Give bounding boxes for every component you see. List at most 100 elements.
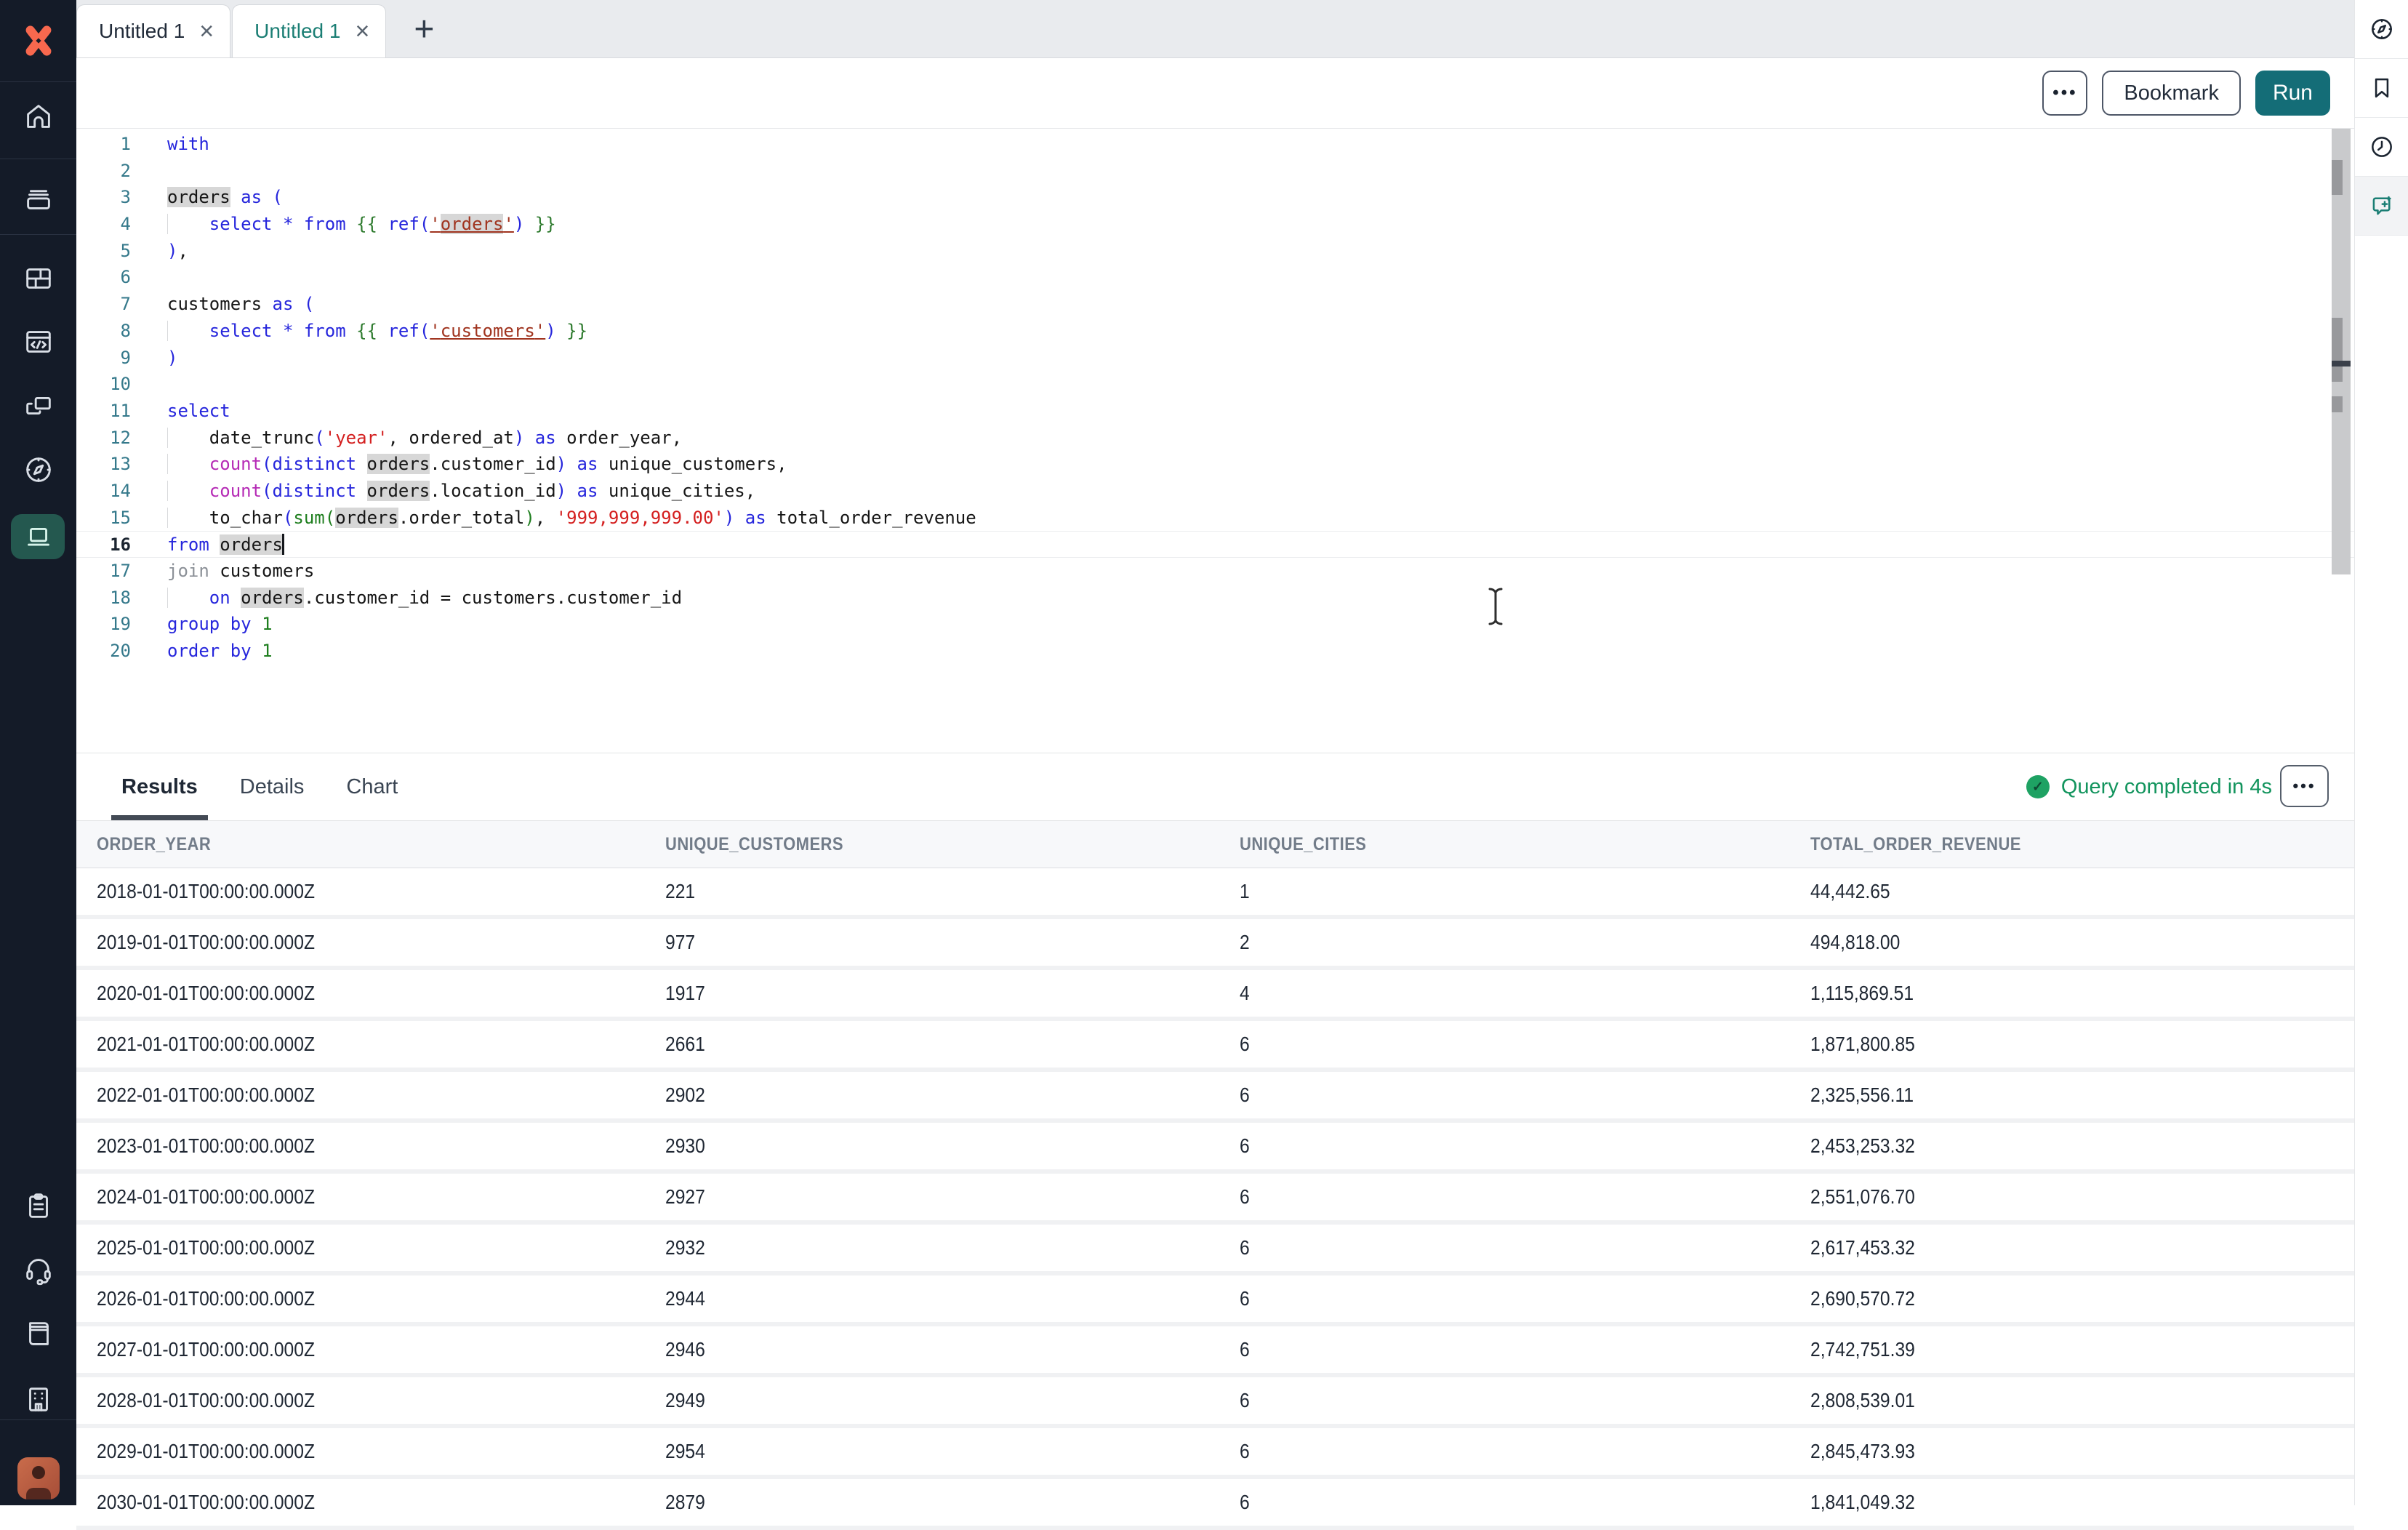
sidebar-item-apps-grid[interactable] bbox=[0, 246, 76, 311]
editor-tab[interactable]: Untitled 1× bbox=[232, 4, 386, 57]
code-line-10[interactable]: 10 bbox=[76, 371, 2354, 398]
table-row[interactable]: 2029-01-01T00:00:00.000Z295462,845,473.9… bbox=[76, 1428, 2354, 1479]
code-token bbox=[273, 321, 283, 341]
tab-close-icon[interactable]: × bbox=[355, 19, 369, 44]
ai-assistant-chat-icon bbox=[2368, 192, 2396, 220]
code-token: join bbox=[167, 561, 209, 581]
table-cell: 2020-01-01T00:00:00.000Z bbox=[97, 982, 597, 1005]
code-token: count bbox=[209, 481, 262, 501]
panel-item-explore-compass[interactable] bbox=[2355, 0, 2408, 59]
code-line-9[interactable]: 9) bbox=[76, 345, 2354, 372]
results-tab-details[interactable]: Details bbox=[240, 753, 305, 820]
table-row[interactable]: 2024-01-01T00:00:00.000Z292762,551,076.7… bbox=[76, 1174, 2354, 1225]
code-token: with bbox=[167, 134, 209, 154]
results-tab-results[interactable]: Results bbox=[121, 753, 198, 820]
table-row[interactable]: 2026-01-01T00:00:00.000Z294462,690,570.7… bbox=[76, 1275, 2354, 1326]
results-more-button[interactable]: ••• bbox=[2280, 765, 2329, 807]
tab-close-icon[interactable]: × bbox=[199, 19, 214, 44]
code-line-15[interactable]: 15 to_char(sum(orders.order_total), '999… bbox=[76, 505, 2354, 532]
windows-overlap-icon bbox=[22, 389, 55, 422]
panel-item-history-clock[interactable] bbox=[2355, 118, 2408, 177]
code-line-5[interactable]: 5), bbox=[76, 238, 2354, 265]
code-line-16[interactable]: 16from orders bbox=[76, 531, 2354, 558]
table-cell: 494,818.00 bbox=[1810, 931, 2289, 954]
code-token: .customer_id bbox=[304, 588, 430, 608]
line-number: 18 bbox=[76, 585, 131, 612]
sidebar-item-support-headset[interactable] bbox=[0, 1236, 76, 1302]
sidebar-item-compute-laptop[interactable] bbox=[0, 504, 76, 569]
code-line-3[interactable]: 3orders as ( bbox=[76, 184, 2354, 211]
editor-scrollbar[interactable] bbox=[2332, 129, 2351, 574]
divider bbox=[0, 81, 76, 82]
code-line-6[interactable]: 6 bbox=[76, 264, 2354, 291]
table-row[interactable]: 2030-01-01T00:00:00.000Z287961,841,049.3… bbox=[76, 1479, 2354, 1530]
sidebar-item-docs-book[interactable] bbox=[0, 1301, 76, 1366]
panel-item-bookmark[interactable] bbox=[2355, 59, 2408, 118]
code-line-17[interactable]: 17join customers bbox=[76, 558, 2354, 585]
line-number: 12 bbox=[76, 425, 131, 452]
line-number: 9 bbox=[76, 345, 131, 372]
code-text: count(distinct orders.location_id) as un… bbox=[131, 478, 755, 505]
code-line-8[interactable]: 8 select * from {{ ref('customers') }} bbox=[76, 318, 2354, 345]
run-button[interactable]: Run bbox=[2255, 71, 2330, 116]
sidebar-item-code-window[interactable] bbox=[0, 309, 76, 375]
table-row[interactable]: 2028-01-01T00:00:00.000Z294962,808,539.0… bbox=[76, 1377, 2354, 1428]
code-token bbox=[220, 641, 230, 661]
bookmark-button[interactable]: Bookmark bbox=[2102, 71, 2241, 116]
code-lines: 1with23orders as (4 select * from {{ ref… bbox=[76, 131, 2354, 665]
editor-tab[interactable]: Untitled 1× bbox=[76, 4, 230, 57]
table-row[interactable]: 2019-01-01T00:00:00.000Z9772494,818.00 bbox=[76, 919, 2354, 970]
code-line-1[interactable]: 1with bbox=[76, 131, 2354, 158]
code-token: , bbox=[672, 428, 682, 448]
table-row[interactable]: 2018-01-01T00:00:00.000Z221144,442.65 bbox=[76, 868, 2354, 919]
sidebar-item-windows-overlap[interactable] bbox=[0, 373, 76, 438]
line-number: 19 bbox=[76, 611, 131, 638]
code-line-4[interactable]: 4 select * from {{ ref('orders') }} bbox=[76, 211, 2354, 238]
sql-editor[interactable]: 1with23orders as (4 select * from {{ ref… bbox=[76, 129, 2354, 753]
code-token: ' bbox=[503, 214, 513, 234]
code-line-11[interactable]: 11select bbox=[76, 398, 2354, 425]
code-line-19[interactable]: 19group by 1 bbox=[76, 611, 2354, 638]
new-tab-button[interactable]: + bbox=[414, 12, 434, 47]
table-row[interactable]: 2021-01-01T00:00:00.000Z266161,871,800.8… bbox=[76, 1021, 2354, 1072]
table-row[interactable]: 2025-01-01T00:00:00.000Z293262,617,453.3… bbox=[76, 1225, 2354, 1275]
sidebar-item-clipboard[interactable] bbox=[0, 1173, 76, 1238]
sidebar-item-home[interactable] bbox=[0, 84, 76, 149]
table-row[interactable]: 2022-01-01T00:00:00.000Z290262,325,556.1… bbox=[76, 1072, 2354, 1123]
code-line-18[interactable]: 18 on orders.customer_id = customers.cus… bbox=[76, 585, 2354, 612]
sidebar-item-explore-compass[interactable] bbox=[0, 437, 76, 502]
more-options-button[interactable]: ••• bbox=[2042, 71, 2087, 116]
user-avatar[interactable] bbox=[17, 1457, 60, 1499]
table-cell: 2025-01-01T00:00:00.000Z bbox=[97, 1236, 597, 1259]
code-token: count bbox=[209, 454, 262, 474]
code-line-7[interactable]: 7customers as ( bbox=[76, 291, 2354, 318]
code-token: sum bbox=[293, 508, 324, 528]
table-cell: 2,453,253.32 bbox=[1810, 1134, 2289, 1158]
code-token: ( bbox=[314, 428, 324, 448]
table-row[interactable]: 2027-01-01T00:00:00.000Z294662,742,751.3… bbox=[76, 1326, 2354, 1377]
code-token: as bbox=[535, 428, 556, 448]
code-line-13[interactable]: 13 count(distinct orders.customer_id) as… bbox=[76, 451, 2354, 478]
table-row[interactable]: 2023-01-01T00:00:00.000Z293062,453,253.3… bbox=[76, 1123, 2354, 1174]
code-line-12[interactable]: 12 date_trunc('year', ordered_at) as ord… bbox=[76, 425, 2354, 452]
table-cell: 2022-01-01T00:00:00.000Z bbox=[97, 1084, 597, 1107]
code-token: .order_total bbox=[398, 508, 524, 528]
panel-item-ai-assistant-chat[interactable] bbox=[2355, 177, 2408, 236]
line-number: 6 bbox=[76, 264, 131, 291]
code-line-20[interactable]: 20order by 1 bbox=[76, 638, 2354, 665]
code-token: customers bbox=[167, 294, 262, 314]
table-cell: 6 bbox=[1240, 1389, 1742, 1412]
code-text: ) bbox=[131, 345, 177, 372]
code-token bbox=[430, 588, 440, 608]
results-tab-chart[interactable]: Chart bbox=[346, 753, 398, 820]
code-line-14[interactable]: 14 count(distinct orders.location_id) as… bbox=[76, 478, 2354, 505]
code-token: ( bbox=[273, 187, 283, 207]
code-line-2[interactable]: 2 bbox=[76, 158, 2354, 185]
sidebar-item-org-building[interactable] bbox=[0, 1366, 76, 1432]
table-row[interactable]: 2020-01-01T00:00:00.000Z191741,115,869.5… bbox=[76, 970, 2354, 1021]
code-token bbox=[293, 321, 303, 341]
table-cell: 2,845,473.93 bbox=[1810, 1440, 2289, 1463]
table-cell: 2930 bbox=[665, 1134, 1171, 1158]
hex-logo[interactable] bbox=[0, 0, 76, 81]
sidebar-item-collections-drawer[interactable] bbox=[0, 165, 76, 231]
